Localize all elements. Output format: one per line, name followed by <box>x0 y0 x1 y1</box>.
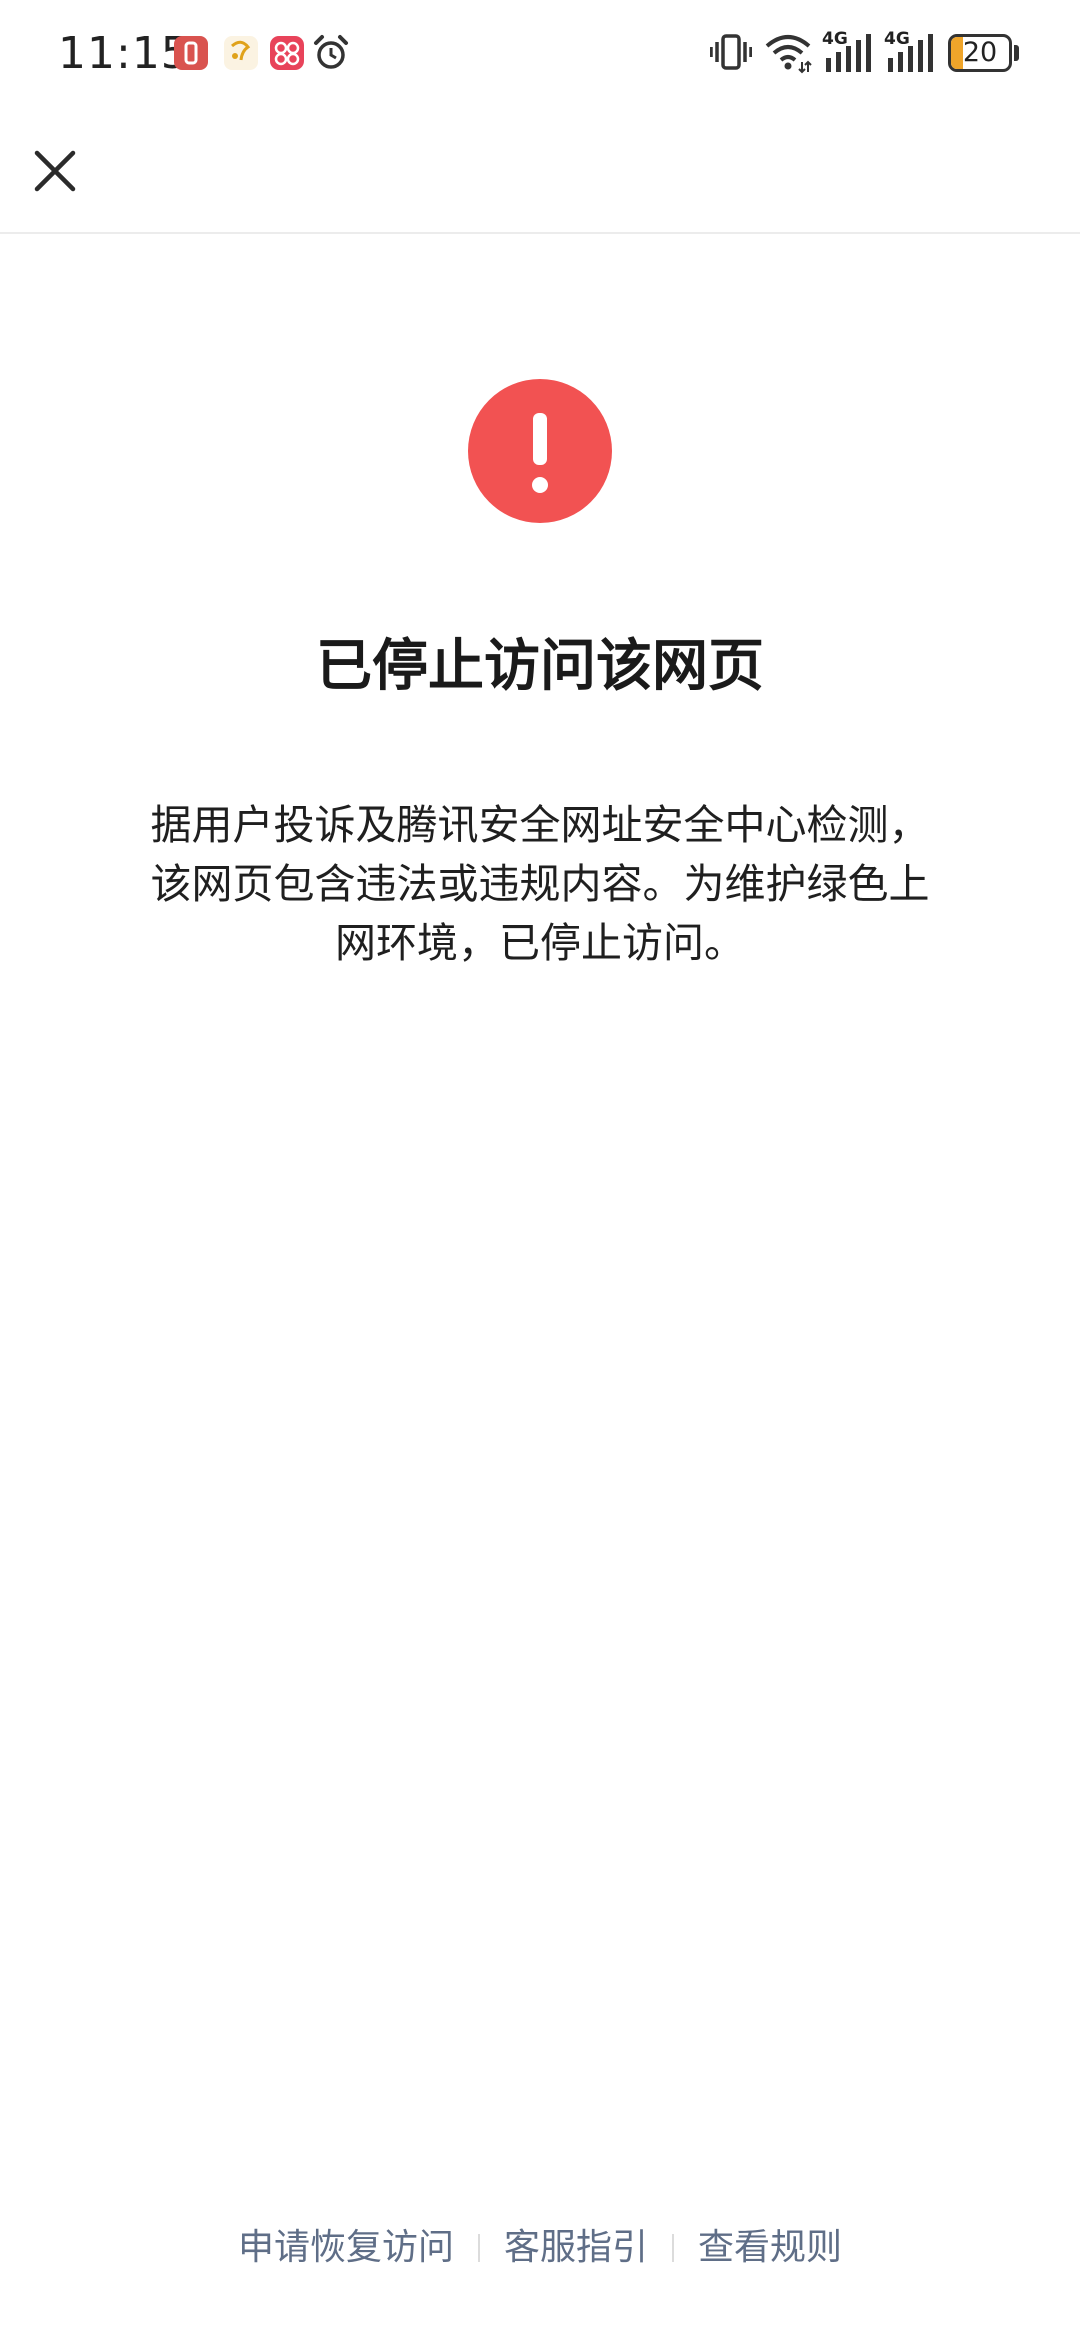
description-line: 网环境，已停止访问。 <box>335 919 745 967</box>
vibrate-icon <box>709 30 753 74</box>
screen: 11:15 4G 4G 20 已停止访问该网页 据用户投诉及腾讯安全网址安全中心… <box>0 0 1080 2340</box>
signal-icon: 4G <box>822 30 876 74</box>
app-notification-icon <box>222 34 260 72</box>
close-button[interactable] <box>20 136 90 206</box>
signal-icon: 4G <box>884 30 938 74</box>
battery-icon: 20 <box>948 34 1012 72</box>
app-notification-icon <box>268 34 306 72</box>
exclamation-icon <box>532 413 548 493</box>
status-bar: 11:15 4G 4G 20 <box>0 0 1080 108</box>
customer-service-guide-link[interactable]: 客服指引 <box>480 2216 672 2280</box>
apply-restore-access-link[interactable]: 申请恢复访问 <box>214 2216 478 2280</box>
warning-badge <box>468 379 612 523</box>
battery-level: 20 <box>962 37 998 68</box>
page-description: 据用户投诉及腾讯安全网址安全中心检测， 该网页包含违法或违规内容。为维护绿色上 … <box>90 796 990 973</box>
app-notification-icon <box>172 34 210 72</box>
close-icon <box>34 150 76 192</box>
footer-links: 申请恢复访问 客服指引 查看规则 <box>0 2216 1080 2280</box>
description-line: 该网页包含违法或违规内容。为维护绿色上 <box>150 860 930 908</box>
nav-bar <box>0 108 1080 234</box>
wifi-icon <box>764 30 812 74</box>
view-rules-link[interactable]: 查看规则 <box>674 2216 866 2280</box>
alarm-icon <box>312 34 350 72</box>
status-time: 11:15 <box>58 28 190 79</box>
battery-cap <box>1014 45 1019 61</box>
description-line: 据用户投诉及腾讯安全网址安全中心检测， <box>150 801 930 849</box>
page-title: 已停止访问该网页 <box>316 634 764 699</box>
